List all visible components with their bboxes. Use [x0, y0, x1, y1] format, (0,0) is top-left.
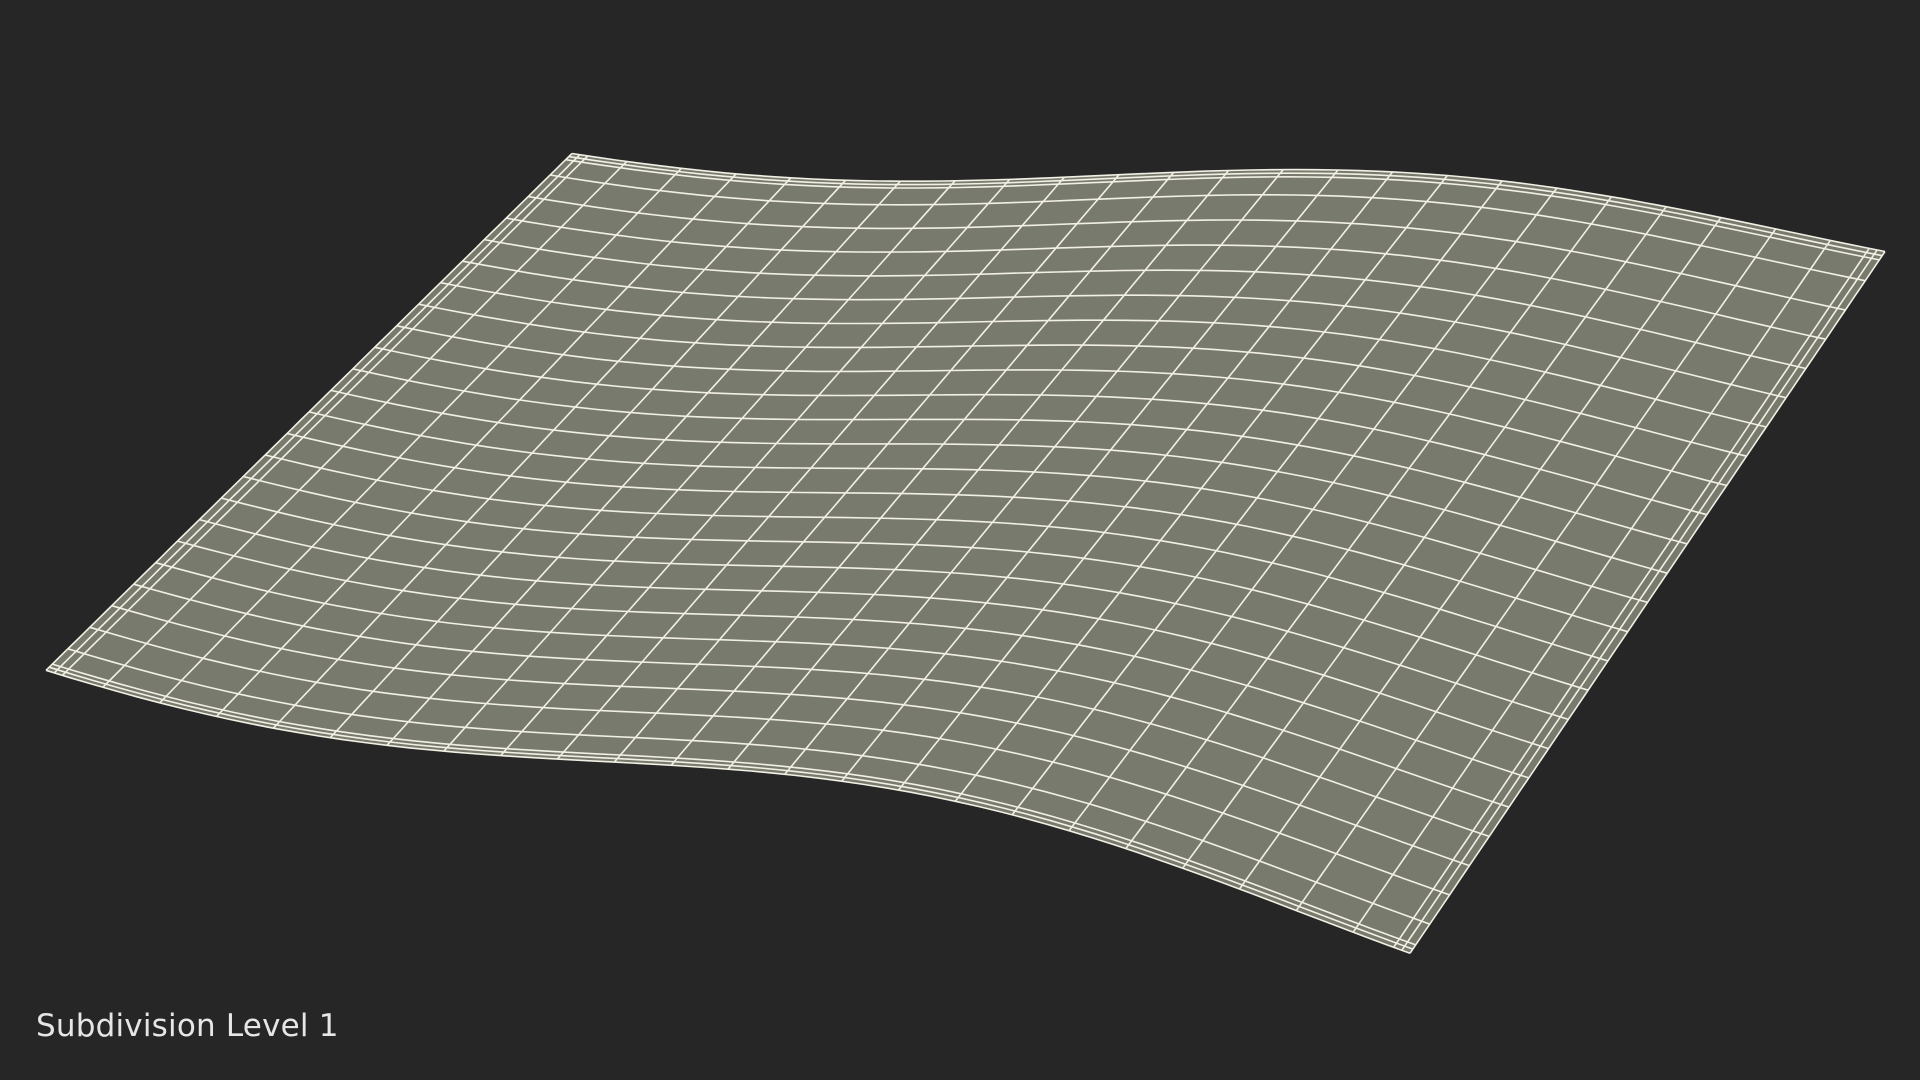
mesh-surface-fill	[46, 153, 1885, 954]
3d-viewport[interactable]: Subdivision Level 1	[0, 0, 1920, 1080]
subdivision-level-caption: Subdivision Level 1	[36, 1008, 339, 1044]
wireframe-mesh	[45, 152, 1886, 955]
mesh-surface	[46, 153, 1885, 954]
